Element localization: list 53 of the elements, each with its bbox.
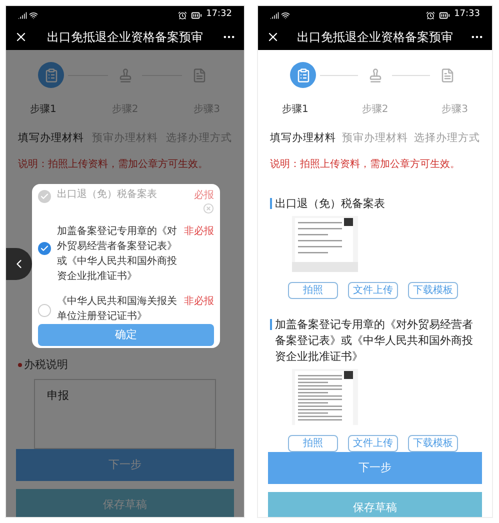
- signal-icon: [18, 10, 27, 20]
- stamp-icon: [118, 68, 132, 82]
- material-action-button[interactable]: 下载模板: [408, 282, 458, 299]
- status-time: 17:32: [206, 8, 232, 22]
- step-label: 步骤3: [442, 102, 468, 117]
- material-title: 加盖备案登记专用章的《对外贸易经营者备案登记表》或《中华人民共和国外商投资企业批准证书》: [275, 316, 474, 365]
- wifi-icon: [29, 10, 38, 20]
- option-label: 出口退（免）税备案表: [57, 188, 158, 202]
- close-icon[interactable]: [266, 30, 280, 44]
- stamp-icon: [368, 68, 382, 82]
- step-label: 步骤1: [282, 102, 308, 117]
- tab[interactable]: 填写办理材料: [270, 131, 336, 147]
- check-icon: [40, 244, 49, 253]
- requirement-label: 非必报: [184, 224, 214, 239]
- requirement-label: 非必报: [184, 294, 214, 309]
- step-label: 步骤1: [30, 102, 56, 117]
- window-title: 出口免抵退企业资格备案预审: [297, 29, 453, 46]
- alarm-icon: [178, 10, 188, 20]
- signal-icon: [270, 10, 279, 20]
- wifi-icon: [281, 10, 290, 20]
- tab[interactable]: 预审办理材料: [342, 131, 408, 147]
- save-draft-button[interactable]: 保存草稿: [16, 489, 234, 517]
- status-time: 17:33: [454, 8, 480, 22]
- note-text: 说明：拍照上传资料，需加公章方可生效。: [270, 158, 461, 172]
- save-draft-button[interactable]: 保存草稿: [268, 492, 482, 517]
- check-icon: [40, 192, 49, 201]
- tax-note-field[interactable]: 申报: [34, 379, 216, 450]
- next-step-button[interactable]: 下一步: [16, 449, 234, 482]
- next-step-button[interactable]: 下一步: [268, 452, 482, 484]
- document-icon: [440, 68, 454, 82]
- clipboard-icon: [296, 68, 310, 82]
- requirement-label: 必报: [194, 188, 214, 203]
- tab[interactable]: 填写办理材料: [18, 131, 84, 147]
- checkbox[interactable]: [38, 304, 51, 317]
- note-text: 说明：拍照上传资料，需加公章方可生效。: [18, 158, 209, 172]
- step-label: 步骤2: [362, 102, 388, 117]
- window-title: 出口免抵退企业资格备案预审: [47, 29, 203, 46]
- clipboard-icon: [44, 68, 58, 82]
- checkbox[interactable]: [38, 242, 51, 255]
- document-icon: [192, 68, 206, 82]
- option-label: 加盖备案登记专用章的《对外贸易经营者备案登记表》或《中华人民共和国外商投资企业批准证书》: [57, 224, 178, 284]
- material-title: 出口退（免）税备案表: [275, 196, 386, 212]
- material-action-button[interactable]: 拍照: [288, 282, 338, 299]
- option-label: 《中华人民共和国海关报关单位注册登记证书》: [57, 294, 178, 324]
- confirm-button[interactable]: 确定: [38, 324, 214, 346]
- material-action-button[interactable]: 文件上传: [348, 282, 398, 299]
- tab[interactable]: 选择办理方式: [414, 131, 480, 147]
- battery-icon: [439, 10, 450, 20]
- field-label: 办税说明: [24, 356, 68, 373]
- alarm-icon: [426, 10, 436, 20]
- back-button[interactable]: [6, 248, 32, 280]
- close-icon[interactable]: [14, 30, 28, 44]
- battery-icon: [191, 10, 202, 20]
